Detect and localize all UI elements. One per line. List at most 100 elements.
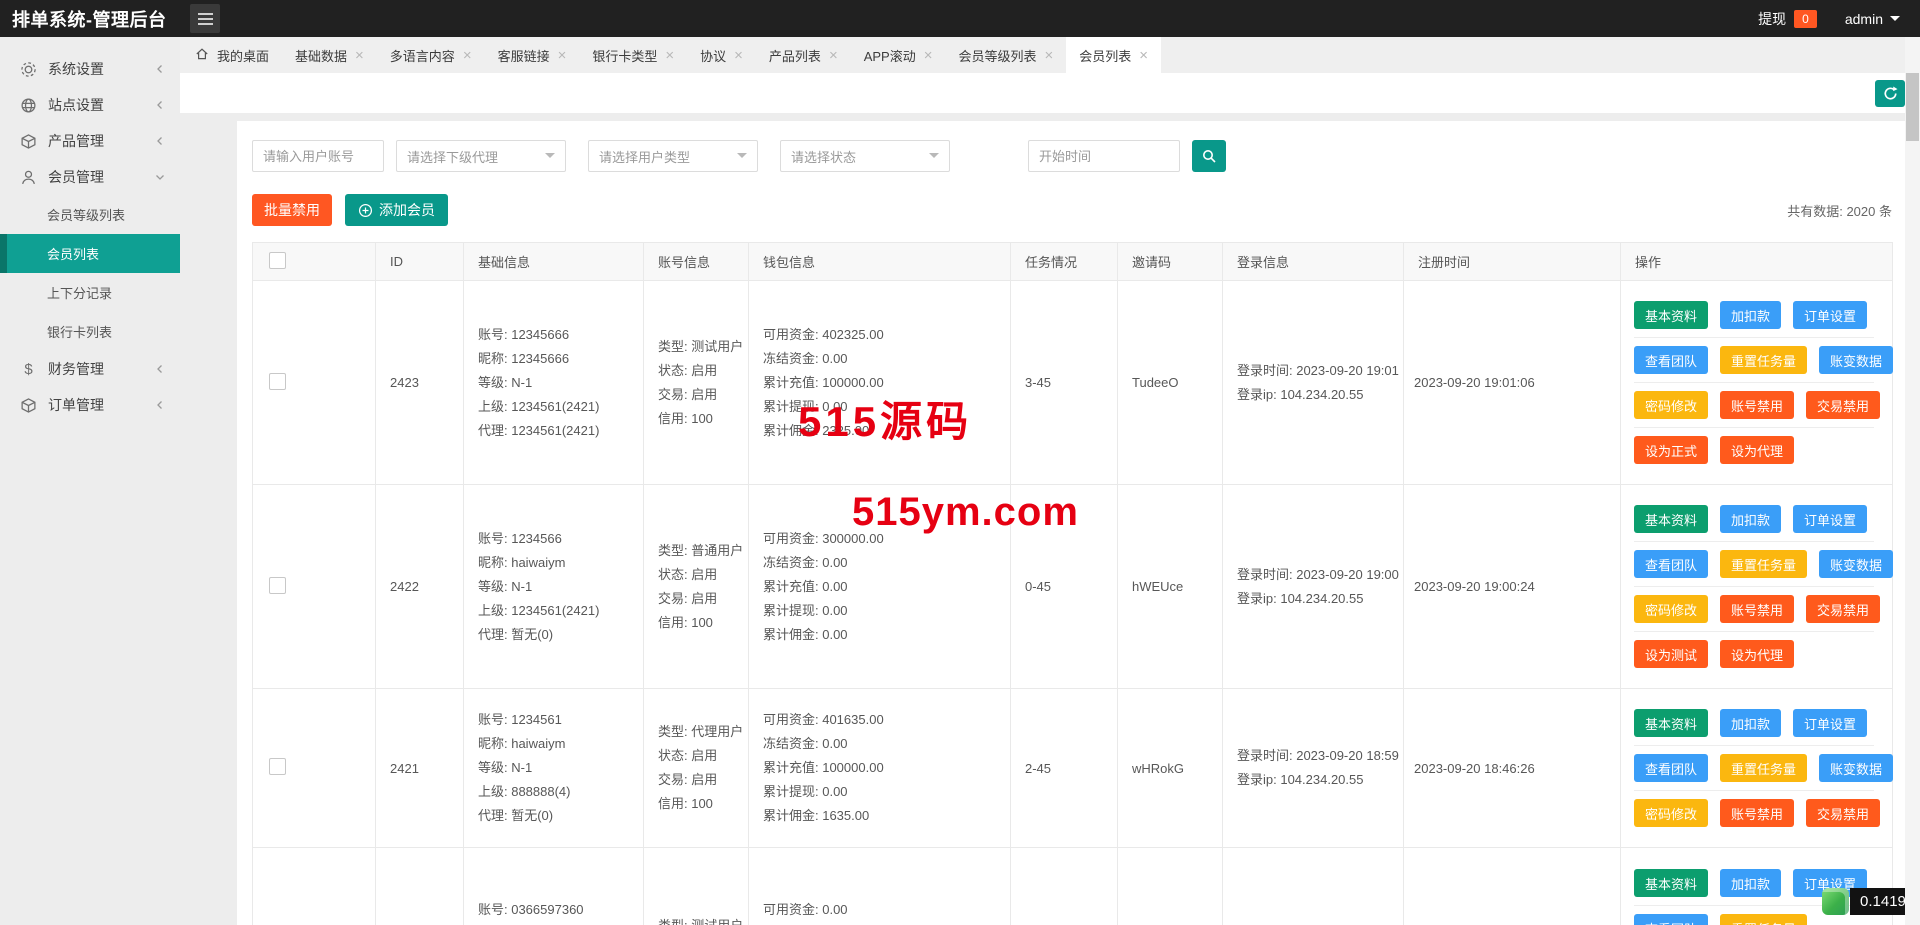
tab-bankcard-type[interactable]: 银行卡类型 ×	[579, 37, 687, 73]
tab-basic-data[interactable]: 基础数据 ×	[282, 37, 377, 73]
tab-multilanguage-content[interactable]: 多语言内容 ×	[377, 37, 485, 73]
sidebar-subitem-bankcard-list[interactable]: 银行卡列表	[0, 312, 180, 351]
tab-close-icon[interactable]: ×	[1139, 48, 1148, 63]
page-content: 请选择下级代理 请选择用户类型 请选择状态	[180, 113, 1920, 925]
action-button[interactable]: 重置任务量	[1720, 346, 1808, 374]
tab-close-icon[interactable]: ×	[829, 48, 838, 63]
tab-close-icon[interactable]: ×	[463, 48, 472, 63]
tab-product-list[interactable]: 产品列表 ×	[756, 37, 851, 73]
user-menu[interactable]: admin	[1845, 11, 1900, 27]
tab-member-level-list[interactable]: 会员等级列表 ×	[945, 37, 1066, 73]
action-button[interactable]: 加扣款	[1720, 709, 1782, 737]
tab-close-icon[interactable]: ×	[734, 48, 743, 63]
tab-label: 银行卡类型	[592, 48, 658, 64]
agent-select-value: 请选择下级代理	[407, 149, 499, 165]
app-logo-icon	[1822, 888, 1849, 915]
action-button[interactable]: 账号禁用	[1720, 799, 1795, 827]
withdraw-link[interactable]: 提现 0	[1758, 9, 1817, 29]
action-button[interactable]: 设为代理	[1720, 436, 1795, 464]
dollar-icon: $	[24, 360, 33, 378]
tab-close-icon[interactable]: ×	[355, 48, 364, 63]
tab-app-scroll[interactable]: APP滚动 ×	[851, 37, 946, 73]
action-button[interactable]: 基本资料	[1634, 709, 1709, 737]
action-button[interactable]: 账号禁用	[1720, 595, 1795, 623]
account-search-input[interactable]	[252, 140, 384, 172]
action-button[interactable]: 加扣款	[1720, 301, 1782, 329]
action-button-row: 查看团队 重置任务量 账变数据	[1634, 754, 1894, 782]
action-button[interactable]: 订单设置	[1793, 301, 1868, 329]
row-checkbox[interactable]	[269, 576, 286, 594]
action-button[interactable]: 账变数据	[1819, 550, 1894, 578]
action-button[interactable]: 查看团队	[1634, 754, 1709, 782]
action-button[interactable]: 密码修改	[1634, 595, 1709, 623]
action-button[interactable]: 加扣款	[1720, 869, 1782, 897]
sidebar-subitem-member-list[interactable]: 会员列表	[0, 234, 180, 273]
tab-service-link[interactable]: 客服链接 ×	[485, 37, 580, 73]
tab-close-icon[interactable]: ×	[558, 48, 567, 63]
tab-label: APP滚动	[863, 48, 916, 64]
row-checkbox[interactable]	[269, 372, 286, 390]
action-button[interactable]: 设为正式	[1634, 436, 1709, 464]
table-header: 账号信息	[643, 242, 749, 281]
tab-member-list[interactable]: 会员列表 ×	[1066, 37, 1162, 73]
scrollbar-thumb[interactable]	[1906, 73, 1919, 141]
page-scrollbar[interactable]	[1905, 37, 1920, 925]
action-button[interactable]: 订单设置	[1793, 709, 1868, 737]
select-all-checkbox[interactable]	[269, 251, 286, 269]
sidebar-item-order-management[interactable]: 订单管理	[0, 387, 180, 423]
action-button[interactable]: 重置任务量	[1720, 550, 1808, 578]
plus-circle-icon	[358, 203, 373, 217]
batch-disable-button[interactable]: 批量禁用	[252, 194, 332, 226]
action-button[interactable]: 交易禁用	[1806, 799, 1881, 827]
cell-checkbox	[252, 280, 376, 485]
action-button[interactable]: 加扣款	[1720, 505, 1782, 533]
refresh-button[interactable]	[1875, 79, 1905, 107]
action-button[interactable]: 基本资料	[1634, 869, 1709, 897]
sidebar-subitem-updown-records[interactable]: 上下分记录	[0, 273, 180, 312]
cell-login-info: 登录时间: 2023-09-20 18:59 登录ip: 104.234.20.5…	[1222, 688, 1404, 848]
home-icon	[195, 47, 209, 64]
tab-close-icon[interactable]: ×	[924, 48, 933, 63]
table-header-checkbox	[252, 242, 376, 281]
action-button[interactable]: 密码修改	[1634, 391, 1709, 419]
sidebar-item-site-settings[interactable]: 站点设置	[0, 87, 180, 123]
start-date-input[interactable]	[1028, 140, 1180, 172]
action-button[interactable]: 基本资料	[1634, 301, 1709, 329]
action-button[interactable]: 账号禁用	[1720, 391, 1795, 419]
tab-close-icon[interactable]: ×	[1045, 48, 1054, 63]
sidebar-subitem-member-level-list[interactable]: 会员等级列表	[0, 195, 180, 234]
tab-agreement[interactable]: 协议 ×	[687, 37, 756, 73]
tab-my-desktop[interactable]: 我的桌面	[182, 37, 282, 73]
action-button[interactable]: 密码修改	[1634, 799, 1709, 827]
agent-select[interactable]: 请选择下级代理	[396, 140, 566, 172]
add-member-button[interactable]: 添加会员	[345, 194, 448, 226]
action-divider	[1634, 541, 1874, 542]
sidebar-item-product-management[interactable]: 产品管理	[0, 123, 180, 159]
menu-toggle-button[interactable]	[190, 4, 220, 33]
action-button[interactable]: 查看团队	[1634, 346, 1709, 374]
action-button[interactable]: 设为测试	[1634, 640, 1709, 668]
status-select[interactable]: 请选择状态	[780, 140, 950, 172]
action-button[interactable]: 基本资料	[1634, 505, 1709, 533]
action-button[interactable]: 查看团队	[1634, 550, 1709, 578]
action-button[interactable]: 订单设置	[1793, 505, 1868, 533]
user-type-select[interactable]: 请选择用户类型	[588, 140, 758, 172]
chevron-down-icon	[737, 153, 747, 163]
table-row: 2422 账号: 1234566 昵称: haiwaiym 等级: N-1 上级: 12…	[252, 484, 1894, 689]
table-header: 邀请码	[1117, 242, 1223, 281]
action-button[interactable]: 重置任务量	[1720, 914, 1808, 925]
action-button[interactable]: 账变数据	[1819, 754, 1894, 782]
sidebar-item-member-management[interactable]: 会员管理	[0, 159, 180, 195]
action-button[interactable]: 设为代理	[1720, 640, 1795, 668]
sidebar-item-system-settings[interactable]: 系统设置	[0, 51, 180, 87]
search-button[interactable]	[1192, 140, 1226, 172]
tab-close-icon[interactable]: ×	[665, 48, 674, 63]
action-button[interactable]: 交易禁用	[1806, 595, 1881, 623]
sidebar-item-finance-management[interactable]: $ 财务管理	[0, 351, 180, 387]
action-button[interactable]: 交易禁用	[1806, 391, 1881, 419]
action-button[interactable]: 重置任务量	[1720, 754, 1808, 782]
action-button[interactable]: 账变数据	[1819, 346, 1894, 374]
action-button[interactable]: 查看团队	[1634, 914, 1709, 925]
cell-account-info: 类型: 测试用户 状态: 启用 交易: 启用 信用: 100	[643, 280, 749, 485]
row-checkbox[interactable]	[269, 758, 286, 775]
